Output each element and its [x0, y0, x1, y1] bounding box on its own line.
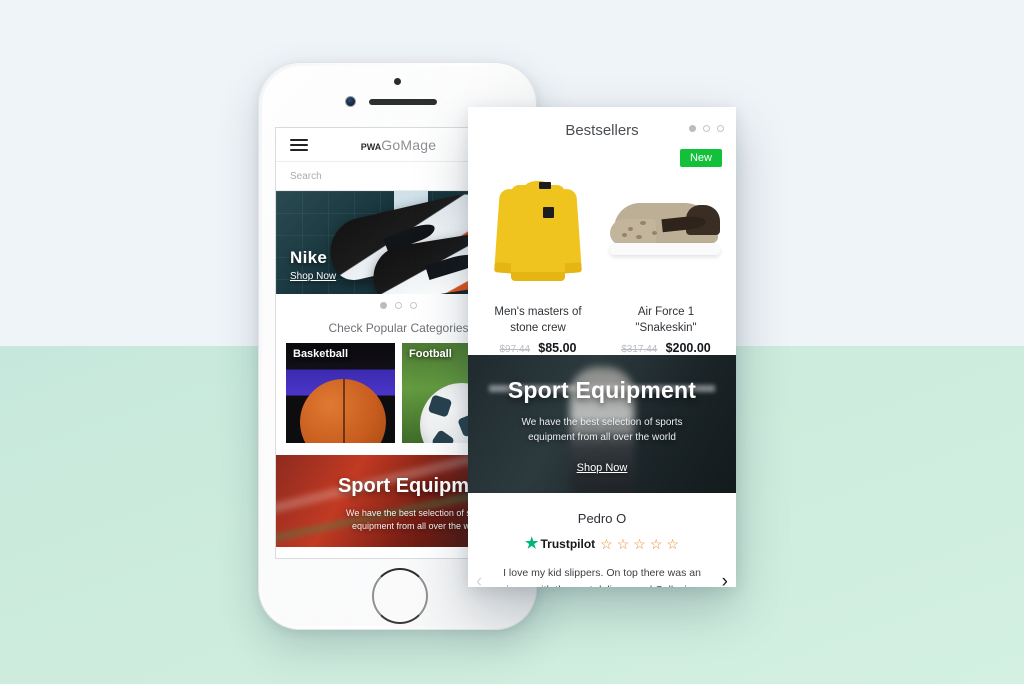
review-author: Pedro O	[577, 511, 627, 527]
category-tile-basketball[interactable]: Basketball	[286, 343, 395, 443]
sensor-icon	[345, 96, 356, 107]
category-label: Football	[409, 348, 452, 360]
front-camera-icon	[394, 78, 401, 85]
basketball-image	[300, 379, 386, 443]
product-current-price: $200.00	[665, 341, 711, 356]
screenshot-stage: PWAGoMage Search Nike Shop Now Check Pop…	[0, 0, 1024, 684]
star-icon[interactable]: ☆	[650, 537, 663, 551]
search-placeholder: Search	[290, 170, 322, 182]
product-name-line1: Men's masters of	[494, 306, 582, 318]
hero-cta[interactable]: Shop Now	[290, 271, 336, 282]
product-old-price: $97.44	[499, 344, 531, 356]
star-rating[interactable]: ☆ ☆ ☆ ☆ ☆	[600, 537, 679, 551]
prev-arrow-icon[interactable]: ‹	[476, 572, 482, 587]
snakeskin-sneaker-icon	[610, 197, 722, 261]
card-sport-banner[interactable]: Sport Equipment We have the best selecti…	[468, 355, 736, 494]
card-title: Bestsellers	[565, 121, 639, 139]
hero-caption: Nike Shop Now	[290, 248, 336, 282]
product-name: Men's masters of stone crew	[474, 305, 602, 336]
pagination-dot[interactable]	[703, 125, 710, 132]
banner-cta-wrap: Shop Now	[468, 458, 736, 476]
pagination-dot[interactable]	[717, 125, 724, 132]
trustpilot-star-icon: ★	[525, 535, 539, 553]
product-price: $97.44 $85.00	[474, 341, 602, 355]
banner-subtitle-line1: We have the best selection of sports	[521, 417, 683, 429]
banner-cta[interactable]: Shop Now	[577, 462, 628, 474]
product-card-sneaker[interactable]: Air Force 1 "Snakeskin" $317.44 $200.00	[602, 169, 730, 355]
banner-subtitle-line2: equipment from all over the world	[528, 432, 676, 444]
product-image	[474, 169, 602, 289]
next-arrow-icon[interactable]: ›	[722, 572, 728, 587]
review-text-line1: I love my kid slippers. On top there was…	[503, 567, 701, 580]
review-text-line2: issue with the post delivery and Colleci…	[490, 582, 714, 587]
products-row: Men's masters of stone crew $97.44 $85.0…	[468, 153, 736, 355]
card-pagination[interactable]	[689, 125, 724, 132]
star-icon[interactable]: ☆	[666, 537, 679, 551]
review-rating: ★ Trustpilot ☆ ☆ ☆ ☆ ☆	[468, 536, 736, 551]
trustpilot-label: Trustpilot	[540, 536, 596, 551]
logo-prefix: PWA	[360, 141, 382, 152]
pagination-dot[interactable]	[395, 302, 402, 309]
product-old-price: $317.44	[621, 344, 658, 356]
trustpilot-logo: ★ Trustpilot	[525, 536, 595, 551]
product-name-line2: "Snakeskin"	[635, 321, 697, 334]
product-image	[602, 169, 730, 289]
product-current-price: $85.00	[538, 341, 577, 356]
review-section: Pedro O ★ Trustpilot ☆ ☆ ☆ ☆ ☆ I love my…	[468, 493, 736, 587]
status-badge: New	[679, 149, 722, 167]
bestsellers-card: Bestsellers New Men's masters of stone c…	[468, 107, 736, 587]
pagination-dot[interactable]	[380, 302, 387, 309]
pagination-dot[interactable]	[689, 125, 696, 132]
hero-title: Nike	[290, 248, 328, 267]
star-icon[interactable]: ☆	[633, 537, 646, 551]
product-name-line2: stone crew	[510, 321, 566, 334]
star-icon[interactable]: ☆	[617, 537, 630, 551]
review-text: I love my kid slippers. On top there was…	[468, 565, 736, 587]
earpiece-speaker	[369, 99, 437, 105]
product-price: $317.44 $200.00	[602, 341, 730, 355]
banner-subtitle: We have the best selection of sports equ…	[494, 415, 710, 445]
pagination-dot[interactable]	[410, 302, 417, 309]
star-icon[interactable]: ☆	[600, 537, 613, 551]
home-button[interactable]	[371, 568, 428, 624]
category-label: Basketball	[293, 348, 349, 360]
card-header: Bestsellers	[468, 107, 736, 153]
product-card-sweater[interactable]: Men's masters of stone crew $97.44 $85.0…	[474, 169, 602, 355]
yellow-crewneck-sweater-icon	[494, 177, 582, 281]
product-name-line1: Air Force 1	[637, 306, 695, 318]
logo-name: GoMage	[381, 136, 437, 153]
banner-title: Sport Equipment	[507, 377, 697, 404]
product-name: Air Force 1 "Snakeskin"	[602, 305, 730, 336]
